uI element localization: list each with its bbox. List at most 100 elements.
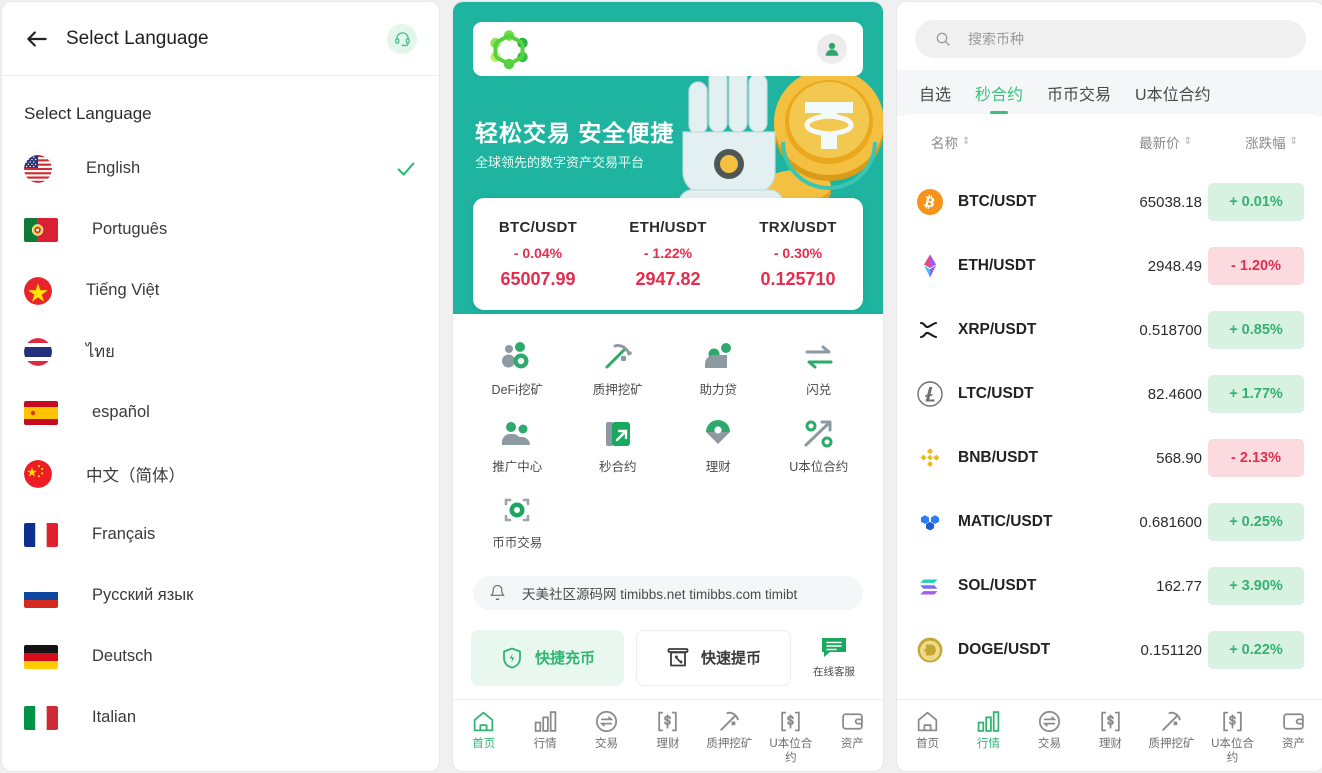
tab-usdt-contract[interactable]: U本位合约 bbox=[1202, 709, 1263, 766]
table-row[interactable]: SOL/USDT 162.77 + 3.90% bbox=[897, 554, 1322, 618]
tab-home[interactable]: 首页 bbox=[897, 709, 958, 752]
feature-grid: DeFi挖矿 质押挖矿 助力贷 闪兑 推广中心 秒合约 理财 U本位合约 币币交… bbox=[453, 314, 883, 570]
headset-icon[interactable] bbox=[387, 23, 417, 54]
coin-name: MATIC/USDT bbox=[958, 513, 1053, 530]
table-row[interactable]: ETH/USDT 2948.49 - 1.20% bbox=[897, 234, 1322, 298]
column-label: 名称 bbox=[931, 136, 958, 151]
language-row-thai[interactable]: ไทย bbox=[24, 321, 417, 382]
tab-markets[interactable]: 行情 bbox=[514, 709, 575, 752]
tab-spot[interactable]: 币币交易 bbox=[1035, 70, 1123, 116]
tab-usdt-contract[interactable]: U本位合约 bbox=[760, 709, 821, 766]
hero-banner: 轻松交易 安全便捷 全球领先的数字资产交易平台 BTC/USDT - 0.04%… bbox=[453, 2, 883, 314]
coin-cell: SOL/USDT bbox=[917, 573, 1107, 599]
language-row-german[interactable]: Deutsch bbox=[24, 626, 417, 687]
feature-wealth[interactable]: 理财 bbox=[668, 417, 769, 476]
flag-pt-icon bbox=[24, 217, 58, 242]
column-header-change[interactable]: 涨跌幅 ⇕ bbox=[1198, 132, 1304, 152]
language-row-chinese[interactable]: 中文（简体） bbox=[24, 443, 417, 504]
tab-usdt-contract[interactable]: U本位合约 bbox=[1123, 70, 1223, 116]
tab-label: 秒合约 bbox=[975, 87, 1024, 104]
online-support-button[interactable]: 在线客服 bbox=[803, 630, 865, 686]
table-row[interactable]: DOGE/USDT 0.151120 + 0.22% bbox=[897, 618, 1322, 682]
tab-finance[interactable]: 理财 bbox=[637, 709, 698, 752]
tab-staking[interactable]: 质押挖矿 bbox=[1141, 709, 1202, 752]
ticker-item-eth[interactable]: ETH/USDT - 1.22% 2947.82 bbox=[603, 219, 733, 290]
feature-second-contract[interactable]: 秒合约 bbox=[568, 417, 669, 476]
bnb-icon bbox=[917, 445, 943, 471]
coin-price: 0.681600 bbox=[1139, 513, 1202, 531]
hero-title: 轻松交易 安全便捷 bbox=[475, 120, 675, 146]
table-row[interactable]: BTC/USDT 65038.18 + 0.01% bbox=[897, 170, 1322, 234]
trade-swap-icon bbox=[1037, 709, 1062, 734]
coin-change: - 2.13% bbox=[1208, 439, 1304, 477]
feature-staking-mining[interactable]: 质押挖矿 bbox=[568, 340, 669, 399]
language-header: Select Language bbox=[2, 2, 439, 76]
feature-referral[interactable]: 推广中心 bbox=[467, 417, 568, 476]
table-row[interactable]: LTC/USDT 82.4600 + 1.77% bbox=[897, 362, 1322, 426]
ticker-item-btc[interactable]: BTC/USDT - 0.04% 65007.99 bbox=[473, 219, 603, 290]
tab-label: U本位合约 bbox=[1211, 738, 1254, 764]
coin-name: XRP/USDT bbox=[958, 321, 1037, 338]
column-label: 涨跌幅 bbox=[1245, 136, 1286, 151]
table-row[interactable]: MATIC/USDT 0.681600 + 0.25% bbox=[897, 490, 1322, 554]
table-row[interactable]: XRP/USDT 0.518700 + 0.85% bbox=[897, 298, 1322, 362]
tab-label: U本位合约 bbox=[1135, 87, 1211, 104]
column-header-name[interactable]: 名称 ⇕ bbox=[917, 132, 1107, 152]
search-placeholder: 搜索币种 bbox=[968, 31, 1024, 47]
back-arrow-icon[interactable] bbox=[24, 26, 50, 52]
markets-bars-icon bbox=[533, 709, 558, 734]
usdt-contract-icon bbox=[802, 417, 836, 451]
tab-staking[interactable]: 质押挖矿 bbox=[699, 709, 760, 752]
tab-assets[interactable]: 资产 bbox=[1263, 709, 1322, 752]
feature-usdt-contract[interactable]: U本位合约 bbox=[769, 417, 870, 476]
feature-defi-mining[interactable]: DeFi挖矿 bbox=[467, 340, 568, 399]
tab-trade[interactable]: 交易 bbox=[576, 709, 637, 752]
language-label: 中文（简体） bbox=[86, 466, 185, 485]
active-tab-underline bbox=[990, 111, 1009, 114]
home-panel: 轻松交易 安全便捷 全球领先的数字资产交易平台 BTC/USDT - 0.04%… bbox=[453, 2, 883, 771]
language-row-italian[interactable]: Italian bbox=[24, 687, 417, 748]
language-row-vietnamese[interactable]: Tiếng Việt bbox=[24, 260, 417, 321]
wallet-icon bbox=[1281, 709, 1306, 734]
ticker-pair: BTC/USDT bbox=[498, 218, 578, 236]
loan-icon bbox=[701, 340, 735, 374]
tab-trade[interactable]: 交易 bbox=[1019, 709, 1080, 752]
feature-empty-2 bbox=[668, 493, 769, 552]
language-row-english[interactable]: English bbox=[24, 138, 417, 199]
tab-label: 理财 bbox=[1099, 738, 1122, 750]
feature-flash-swap[interactable]: 闪兑 bbox=[769, 340, 870, 399]
feature-label: 币币交易 bbox=[492, 536, 543, 551]
hero-subtitle: 全球领先的数字资产交易平台 bbox=[475, 155, 645, 170]
tab-markets[interactable]: 行情 bbox=[958, 709, 1019, 752]
tab-finance[interactable]: 理财 bbox=[1080, 709, 1141, 752]
table-row[interactable]: BNB/USDT 568.90 - 2.13% bbox=[897, 426, 1322, 490]
language-row-russian[interactable]: Русский язык bbox=[24, 565, 417, 626]
language-row-spanish[interactable]: español bbox=[24, 382, 417, 443]
swap-arrows-icon bbox=[802, 340, 836, 374]
language-row-portugues[interactable]: Português bbox=[24, 199, 417, 260]
app-topbar bbox=[473, 22, 863, 76]
feature-spot-trade[interactable]: 币币交易 bbox=[467, 493, 568, 552]
language-label: Italian bbox=[92, 708, 137, 726]
quick-deposit-button[interactable]: 快捷充币 bbox=[471, 629, 624, 686]
app-logo-icon[interactable] bbox=[489, 29, 529, 70]
language-panel: Select Language Select Language English … bbox=[2, 2, 439, 771]
ticker-item-trx[interactable]: TRX/USDT - 0.30% 0.125710 bbox=[733, 219, 863, 290]
language-row-french[interactable]: Français bbox=[24, 504, 417, 565]
chat-icon bbox=[821, 637, 847, 659]
flag-fr-icon bbox=[24, 522, 58, 547]
tab-favorites[interactable]: 自选 bbox=[907, 70, 963, 116]
tab-home[interactable]: 首页 bbox=[453, 709, 514, 752]
tab-assets[interactable]: 资产 bbox=[822, 709, 883, 752]
notice-banner[interactable]: 天美社区源码网 timibbs.net timibbs.com timibt bbox=[473, 575, 863, 610]
finance-dollar-icon bbox=[1098, 709, 1123, 734]
tab-label: U本位合约 bbox=[769, 738, 813, 764]
markets-panel: 搜索币种 自选 秒合约 币币交易 U本位合约 名称 ⇕ 最新价 ⇕ 涨跌幅 ⇕ … bbox=[897, 2, 1322, 771]
quick-withdraw-button[interactable]: 快速提币 bbox=[636, 629, 791, 686]
search-input[interactable]: 搜索币种 bbox=[915, 20, 1306, 58]
feature-loan[interactable]: 助力贷 bbox=[668, 340, 769, 399]
tab-second-contract[interactable]: 秒合约 bbox=[963, 70, 1035, 116]
column-header-price[interactable]: 最新价 ⇕ bbox=[1107, 132, 1198, 152]
user-avatar-icon[interactable] bbox=[817, 34, 847, 64]
coin-change: - 1.20% bbox=[1208, 247, 1304, 285]
